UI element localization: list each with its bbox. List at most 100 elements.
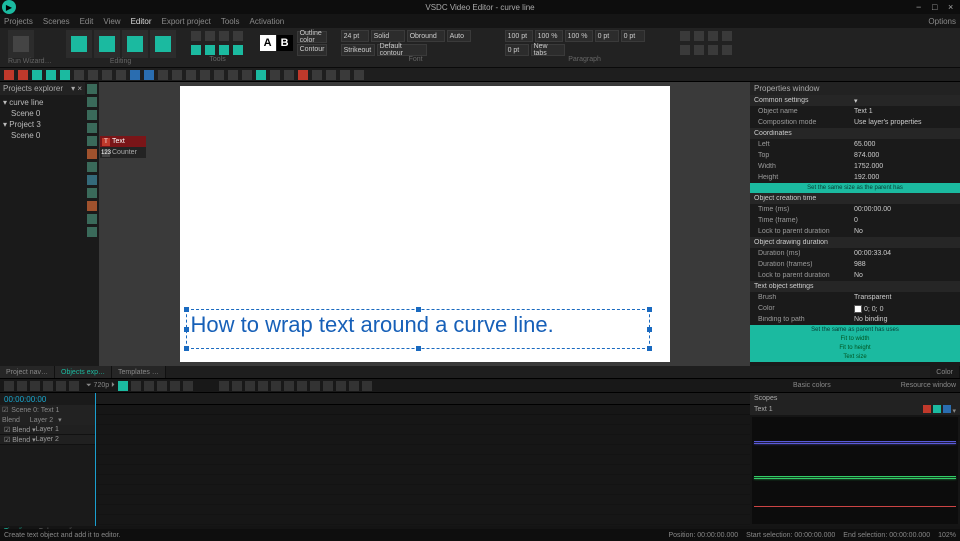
- strip-icon[interactable]: [228, 70, 238, 80]
- play-button[interactable]: [118, 381, 128, 391]
- para-field[interactable]: 100 pt: [505, 30, 533, 42]
- strip-icon[interactable]: [46, 70, 56, 80]
- text-style-AB[interactable]: AB: [260, 35, 293, 51]
- transport-icon[interactable]: [131, 381, 141, 391]
- timeline-tracks[interactable]: [95, 393, 750, 526]
- transport-icon[interactable]: [30, 381, 40, 391]
- strip-icon[interactable]: [32, 70, 42, 80]
- align-icon[interactable]: [708, 31, 718, 41]
- prop-duration-ms[interactable]: 00:00:33.04: [850, 250, 960, 257]
- prop-binding[interactable]: No binding: [850, 316, 960, 323]
- strip-icon[interactable]: [200, 70, 210, 80]
- align-icon[interactable]: [680, 45, 690, 55]
- tool-icon[interactable]: [87, 110, 97, 120]
- transport-icon[interactable]: [144, 381, 154, 391]
- strip-icon[interactable]: [270, 70, 280, 80]
- para-field[interactable]: 0 pt: [595, 30, 619, 42]
- close-button[interactable]: ×: [948, 2, 958, 12]
- transport-icon[interactable]: [56, 381, 66, 391]
- tool-icon[interactable]: [87, 123, 97, 133]
- strip-icon[interactable]: [4, 70, 14, 80]
- tree-item[interactable]: ▾ Project 3: [3, 119, 82, 130]
- strip-icon[interactable]: [74, 70, 84, 80]
- font-style2-field[interactable]: Obround: [407, 30, 445, 42]
- tool-icon[interactable]: [87, 84, 97, 94]
- tool-icon[interactable]: [191, 31, 201, 41]
- strip-icon[interactable]: [214, 70, 224, 80]
- align-icon[interactable]: [722, 45, 732, 55]
- strip-icon[interactable]: [102, 70, 112, 80]
- default-contour-field[interactable]: Default contour: [377, 44, 427, 56]
- font-style-field[interactable]: Solid: [371, 30, 405, 42]
- tool-icon[interactable]: [87, 214, 97, 224]
- text-object-selection[interactable]: How to wrap text around a curve line.: [186, 309, 650, 349]
- resource-window-tab[interactable]: Resource window: [901, 382, 956, 389]
- transport-icon[interactable]: [69, 381, 79, 391]
- popup-item-counter[interactable]: 123Counter: [100, 147, 146, 158]
- transport-icon[interactable]: [310, 381, 320, 391]
- strip-icon[interactable]: [242, 70, 252, 80]
- panel-pin-icon[interactable]: ▾ ×: [71, 84, 82, 93]
- menu-view[interactable]: View: [103, 17, 120, 26]
- text-effects-button[interactable]: [150, 30, 176, 58]
- same-size-button[interactable]: Set the same size as the parent has: [750, 183, 960, 193]
- transport-icon[interactable]: [245, 381, 255, 391]
- video-effects-button[interactable]: [94, 30, 120, 58]
- color-panel-header[interactable]: Color: [930, 366, 960, 378]
- prop-color[interactable]: 0; 0; 0: [850, 305, 960, 313]
- tool-icon[interactable]: [191, 45, 201, 55]
- playhead[interactable]: [95, 393, 96, 526]
- strike-field[interactable]: Strikeout: [341, 44, 375, 56]
- tool-icon[interactable]: [233, 45, 243, 55]
- tool-icon[interactable]: [233, 31, 243, 41]
- tool-icon[interactable]: [87, 149, 97, 159]
- prop-height[interactable]: 192.000: [850, 174, 960, 181]
- prop-lock2[interactable]: No: [850, 272, 960, 279]
- strip-icon[interactable]: [312, 70, 322, 80]
- para-field[interactable]: 0 pt: [505, 44, 529, 56]
- align-icon[interactable]: [680, 31, 690, 41]
- transport-icon[interactable]: [362, 381, 372, 391]
- text-size-button[interactable]: Text size: [750, 353, 960, 362]
- strip-icon[interactable]: [130, 70, 140, 80]
- transport-icon[interactable]: [297, 381, 307, 391]
- status-zoom[interactable]: 102%: [938, 532, 956, 539]
- contour-field[interactable]: Contour: [297, 44, 327, 56]
- tool-icon[interactable]: [87, 97, 97, 107]
- tool-icon[interactable]: [87, 162, 97, 172]
- auto-field[interactable]: Auto: [447, 30, 471, 42]
- tab-objects-explorer[interactable]: Objects exp…: [55, 366, 112, 378]
- prop-width[interactable]: 1752.000: [850, 163, 960, 170]
- timeline-ruler[interactable]: [95, 393, 750, 405]
- para-field[interactable]: 0 pt: [621, 30, 645, 42]
- strip-icon[interactable]: [60, 70, 70, 80]
- timeline-layer-row[interactable]: ☑ Blend ▾ Layer 1: [0, 425, 95, 435]
- fit-width-button[interactable]: Fit to width: [750, 335, 960, 344]
- menu-editor[interactable]: Editor: [131, 17, 152, 26]
- newtabs-field[interactable]: New tabs: [531, 44, 565, 56]
- align-icon[interactable]: [722, 31, 732, 41]
- align-icon[interactable]: [708, 45, 718, 55]
- tool-icon[interactable]: [87, 175, 97, 185]
- tree-item[interactable]: Scene 0: [3, 130, 82, 141]
- tool-icon[interactable]: [205, 31, 215, 41]
- menu-export[interactable]: Export project: [162, 17, 211, 26]
- tree-item[interactable]: ▾ curve line: [3, 97, 82, 108]
- scope-more-icon[interactable]: ▾: [952, 408, 956, 415]
- timeline-layer-row[interactable]: ☑ Blend ▾ Layer 2: [0, 435, 95, 445]
- same-as-parent-button[interactable]: Set the same as parent has uses: [750, 325, 960, 335]
- minimize-button[interactable]: −: [916, 2, 926, 12]
- strip-icon[interactable]: [298, 70, 308, 80]
- strip-icon[interactable]: [144, 70, 154, 80]
- menu-edit[interactable]: Edit: [80, 17, 94, 26]
- insert-object-popup[interactable]: TText 123Counter: [99, 135, 147, 159]
- tab-project-nav[interactable]: Project nav…: [0, 366, 55, 378]
- prop-lock[interactable]: No: [850, 228, 960, 235]
- transport-icon[interactable]: [43, 381, 53, 391]
- maximize-button[interactable]: □: [932, 2, 942, 12]
- strip-icon[interactable]: [340, 70, 350, 80]
- transport-icon[interactable]: [349, 381, 359, 391]
- strip-icon[interactable]: [116, 70, 126, 80]
- tree-item[interactable]: Scene 0: [3, 108, 82, 119]
- strip-icon[interactable]: [186, 70, 196, 80]
